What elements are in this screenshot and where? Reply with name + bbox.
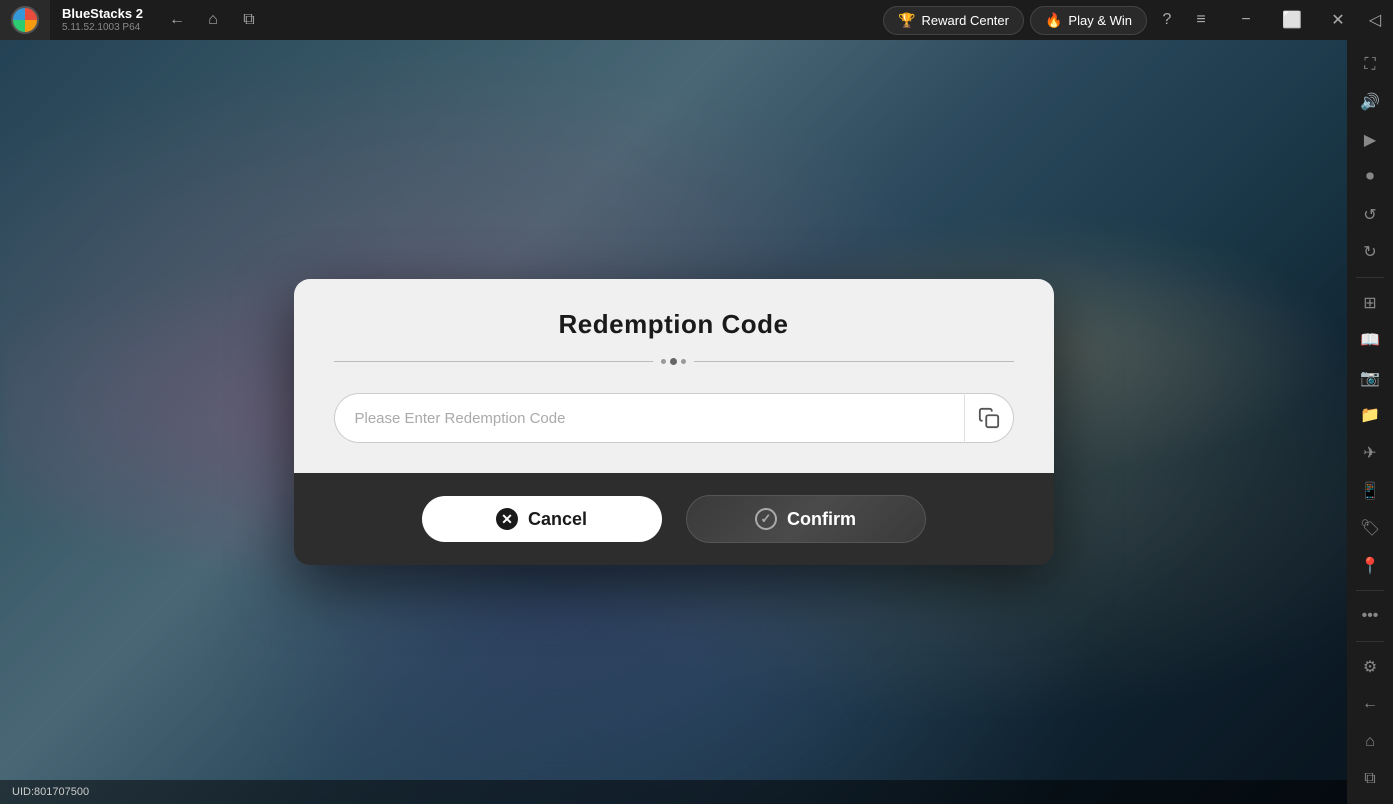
video-sidebar-icon[interactable]: ▶: [1352, 123, 1388, 157]
divider-line-right: [694, 361, 1014, 362]
cancel-icon: ✕: [496, 508, 518, 530]
divider-dot-active: [670, 358, 677, 365]
expand-button[interactable]: ◁: [1361, 6, 1389, 34]
nav-copy-sidebar-icon[interactable]: ⧉: [1352, 762, 1388, 796]
titlebar: BlueStacks 2 5.11.52.1003 P64 ← ⌂ ⧉ 🏆 Re…: [0, 0, 1393, 40]
play-win-label: Play & Win: [1068, 13, 1132, 28]
menu-button[interactable]: ≡: [1187, 6, 1215, 34]
status-bar: UID:801707500: [0, 780, 1347, 804]
dialog-lower: ✕ Cancel ✓ Confirm: [294, 473, 1054, 565]
settings-sidebar-icon[interactable]: ⚙: [1352, 650, 1388, 684]
right-sidebar: ⛶ 🔊 ▶ ⏺ ↺ ↻ ⊞ 📖 📷 📁 ✈ 📱 🏷 📍 ••• ⚙ ← ⌂ ⧉: [1347, 40, 1393, 804]
location-sidebar-icon[interactable]: 📍: [1352, 549, 1388, 583]
phone-sidebar-icon[interactable]: 📱: [1352, 474, 1388, 508]
tag-sidebar-icon[interactable]: 🏷: [1352, 511, 1388, 545]
nav-back-sidebar-icon[interactable]: ←: [1352, 687, 1388, 721]
sidebar-divider-1: [1356, 277, 1384, 278]
redemption-dialog: Redemption Code: [294, 279, 1054, 565]
uid-text: UID:801707500: [12, 786, 89, 798]
dialog-title: Redemption Code: [334, 309, 1014, 340]
help-button[interactable]: ?: [1153, 6, 1181, 34]
paste-button[interactable]: [964, 393, 1014, 443]
copy-button[interactable]: ⧉: [235, 6, 263, 34]
cancel-label: Cancel: [528, 509, 587, 530]
play-win-button[interactable]: 🔥 Play & Win: [1030, 6, 1147, 35]
dialog-divider: [334, 358, 1014, 365]
divider-dot-2: [681, 359, 686, 364]
app-version: 5.11.52.1003 P64: [62, 22, 143, 34]
confirm-label: Confirm: [787, 509, 856, 530]
input-row: [334, 393, 1014, 443]
grid-sidebar-icon[interactable]: ⊞: [1352, 286, 1388, 320]
back-button[interactable]: ←: [163, 6, 191, 34]
sidebar-divider-2: [1356, 590, 1384, 591]
paste-icon: [978, 407, 1000, 429]
more-sidebar-icon[interactable]: •••: [1352, 599, 1388, 633]
divider-line-left: [334, 361, 654, 362]
content-area: Redemption Code: [0, 40, 1347, 804]
refresh-sidebar-icon[interactable]: ↻: [1352, 236, 1388, 270]
reward-center-label: Reward Center: [922, 13, 1009, 28]
confirm-icon: ✓: [755, 508, 777, 530]
titlebar-nav: ← ⌂ ⧉: [155, 6, 271, 34]
plane-sidebar-icon[interactable]: ✈: [1352, 436, 1388, 470]
play-win-icon: 🔥: [1045, 12, 1062, 29]
minimize-button[interactable]: −: [1223, 0, 1269, 40]
home-button[interactable]: ⌂: [199, 6, 227, 34]
app-logo: [0, 0, 50, 40]
window-buttons: − ⬜ ✕ ◁: [1223, 0, 1393, 40]
app-name: BlueStacks 2: [62, 6, 143, 22]
dialog-upper: Redemption Code: [294, 279, 1054, 473]
redemption-code-input[interactable]: [334, 393, 964, 443]
book-sidebar-icon[interactable]: 📖: [1352, 324, 1388, 358]
titlebar-actions: 🏆 Reward Center 🔥 Play & Win ? ≡: [875, 6, 1223, 35]
app-info: BlueStacks 2 5.11.52.1003 P64: [50, 6, 155, 34]
reward-center-button[interactable]: 🏆 Reward Center: [883, 6, 1024, 35]
sidebar-divider-3: [1356, 641, 1384, 642]
restore-button[interactable]: ⬜: [1269, 0, 1315, 40]
screenshot-sidebar-icon[interactable]: 📷: [1352, 361, 1388, 395]
divider-dot-1: [661, 359, 666, 364]
close-button[interactable]: ✕: [1315, 0, 1361, 40]
fullscreen-sidebar-icon[interactable]: ⛶: [1352, 48, 1388, 82]
confirm-button[interactable]: ✓ Confirm: [686, 495, 926, 543]
dialog-overlay: Redemption Code: [0, 40, 1347, 804]
volume-sidebar-icon[interactable]: 🔊: [1352, 86, 1388, 120]
folder-sidebar-icon[interactable]: 📁: [1352, 399, 1388, 433]
nav-home-sidebar-icon[interactable]: ⌂: [1352, 725, 1388, 759]
cancel-button[interactable]: ✕ Cancel: [422, 496, 662, 542]
logo-circle: [11, 6, 39, 34]
rotate-sidebar-icon[interactable]: ↺: [1352, 198, 1388, 232]
reward-icon: 🏆: [898, 12, 915, 29]
record-sidebar-icon[interactable]: ⏺: [1352, 161, 1388, 195]
divider-dots: [661, 358, 686, 365]
